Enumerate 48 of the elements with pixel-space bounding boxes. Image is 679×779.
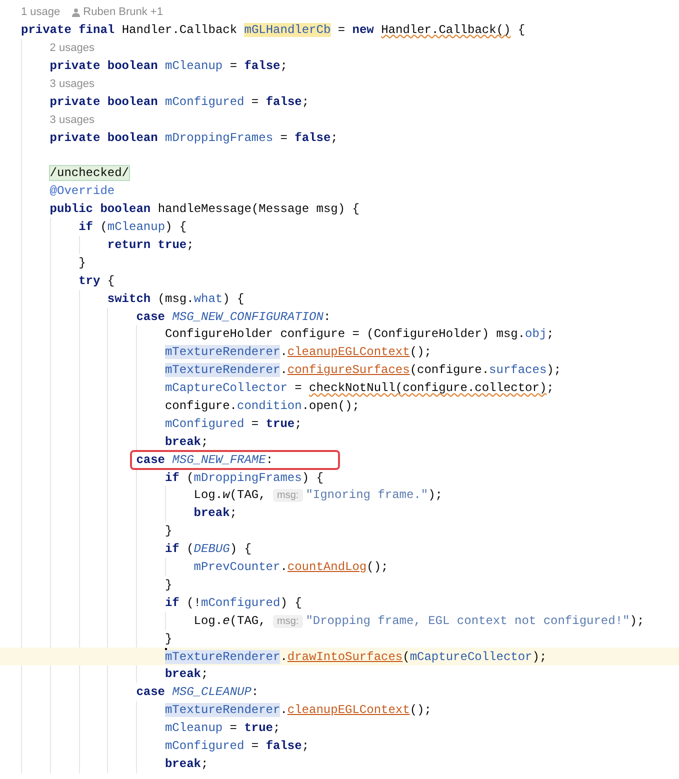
code-text: private final Handler.Callback mGLHandlerCb = new Handler.Callback() {	[21, 23, 526, 37]
code-text: mCaptureCollector = checkNotNull(configure.collector);	[164, 381, 554, 396]
code-text: Log.w(TAG,	[194, 488, 267, 502]
code-text: private boolean mDroppingFrames = false;	[50, 130, 338, 145]
code-text: mTextureRenderer.configureSurfaces(configure.surfaces);	[164, 363, 562, 378]
code-text: break;	[164, 434, 208, 449]
code-text: }	[164, 524, 172, 538]
code-text: }	[164, 632, 172, 646]
code-text: "Ignoring frame.");	[306, 488, 443, 502]
code-text: if (DEBUG) {	[164, 542, 252, 556]
code-text: if (mDroppingFrames) {	[164, 470, 324, 485]
code-text: case MSG_CLEANUP:	[136, 685, 259, 700]
code-text: /unchecked/	[50, 166, 130, 180]
author-name[interactable]: Ruben Brunk +1	[83, 3, 163, 21]
usage-count[interactable]: 3 usages	[50, 110, 94, 129]
code-text: }	[164, 578, 172, 592]
usage-count[interactable]: 1 usage	[21, 3, 60, 21]
code-text: mConfigured = false;	[164, 738, 310, 753]
usage-count[interactable]: 3 usages	[50, 74, 94, 93]
code-text: if (!mConfigured) {	[164, 596, 302, 610]
code-text: mPrevCounter.countAndLog();	[194, 560, 388, 574]
code-text: break;	[194, 506, 237, 520]
code-text: break;	[164, 756, 208, 771]
code-text: return true;	[107, 238, 194, 252]
code-text: mTextureRenderer.cleanupEGLContext();	[164, 345, 432, 360]
code-text: mTextureRenderer.drawIntoSurfaces(mCaptureCollector);	[164, 650, 547, 664]
code-text: ConfigureHolder configure = (ConfigureHolder) msg.obj;	[164, 327, 554, 342]
code-text: private boolean mCleanup = false;	[50, 58, 288, 73]
code-text: mCleanup = true;	[164, 721, 280, 736]
code-text: case MSG_NEW_CONFIGURATION:	[136, 310, 331, 324]
code-text: break;	[164, 667, 208, 682]
code-text: try {	[78, 274, 115, 288]
code-text: public boolean handleMessage(Message msg) {	[50, 202, 360, 216]
code-text: mTextureRenderer.cleanupEGLContext();	[164, 703, 432, 718]
parameter-hint: msg:	[273, 614, 303, 628]
code-text: case MSG_NEW_FRAME:	[136, 452, 274, 467]
parameter-hint: msg:	[273, 489, 303, 502]
code-text: "Dropping frame, EGL context not configured!");	[306, 614, 644, 628]
code-text: configure.condition.open();	[164, 399, 360, 414]
code-text: @Override	[50, 184, 115, 198]
code-text: mConfigured = true;	[164, 416, 302, 431]
code-text: switch (msg.what) {	[107, 292, 244, 306]
code-text: }	[78, 256, 86, 270]
usage-count[interactable]: 2 usages	[50, 38, 94, 57]
code-text: if (mCleanup) {	[78, 220, 187, 234]
person-icon	[72, 8, 80, 16]
code-text: Log.e(TAG,	[194, 614, 267, 628]
code-text: private boolean mConfigured = false;	[50, 94, 310, 109]
